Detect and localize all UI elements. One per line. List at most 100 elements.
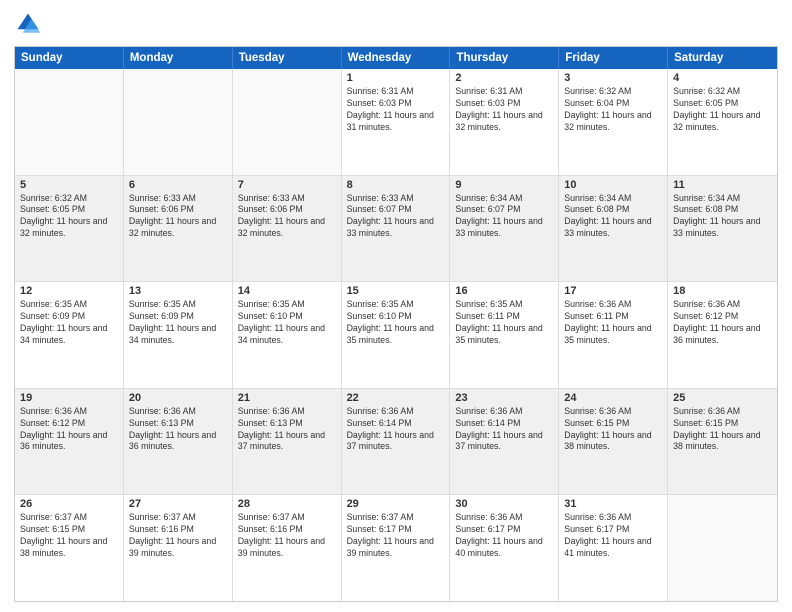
day-number: 19 <box>20 392 118 404</box>
day-number: 31 <box>564 498 662 510</box>
day-number: 23 <box>455 392 553 404</box>
day-number: 14 <box>238 285 336 297</box>
calendar-cell: 23 Sunrise: 6:36 AM Sunset: 6:14 PM Dayli… <box>450 389 559 495</box>
calendar-cell: 24 Sunrise: 6:36 AM Sunset: 6:15 PM Dayli… <box>559 389 668 495</box>
day-number: 8 <box>347 179 445 191</box>
cell-info: Sunrise: 6:36 AM Sunset: 6:13 PM Dayligh… <box>238 406 336 454</box>
day-number: 6 <box>129 179 227 191</box>
calendar-cell: 8 Sunrise: 6:33 AM Sunset: 6:07 PM Daylig… <box>342 176 451 282</box>
day-number: 18 <box>673 285 772 297</box>
day-number: 12 <box>20 285 118 297</box>
cell-info: Sunrise: 6:35 AM Sunset: 6:10 PM Dayligh… <box>347 299 445 347</box>
calendar-cell: 12 Sunrise: 6:35 AM Sunset: 6:09 PM Dayli… <box>15 282 124 388</box>
calendar-cell: 5 Sunrise: 6:32 AM Sunset: 6:05 PM Daylig… <box>15 176 124 282</box>
day-number: 29 <box>347 498 445 510</box>
weekday-header: Wednesday <box>342 47 451 69</box>
cell-info: Sunrise: 6:36 AM Sunset: 6:17 PM Dayligh… <box>564 512 662 560</box>
calendar-cell: 6 Sunrise: 6:33 AM Sunset: 6:06 PM Daylig… <box>124 176 233 282</box>
calendar-cell: 31 Sunrise: 6:36 AM Sunset: 6:17 PM Dayli… <box>559 495 668 601</box>
calendar-cell: 28 Sunrise: 6:37 AM Sunset: 6:16 PM Dayli… <box>233 495 342 601</box>
calendar-cell: 15 Sunrise: 6:35 AM Sunset: 6:10 PM Dayli… <box>342 282 451 388</box>
day-number: 27 <box>129 498 227 510</box>
calendar-cell <box>233 69 342 175</box>
day-number: 15 <box>347 285 445 297</box>
weekday-header: Sunday <box>15 47 124 69</box>
cell-info: Sunrise: 6:35 AM Sunset: 6:09 PM Dayligh… <box>129 299 227 347</box>
page: SundayMondayTuesdayWednesdayThursdayFrid… <box>0 0 792 612</box>
day-number: 28 <box>238 498 336 510</box>
cell-info: Sunrise: 6:37 AM Sunset: 6:16 PM Dayligh… <box>238 512 336 560</box>
day-number: 30 <box>455 498 553 510</box>
weekday-header: Friday <box>559 47 668 69</box>
cell-info: Sunrise: 6:36 AM Sunset: 6:14 PM Dayligh… <box>455 406 553 454</box>
calendar-cell: 2 Sunrise: 6:31 AM Sunset: 6:03 PM Daylig… <box>450 69 559 175</box>
header <box>14 10 778 38</box>
day-number: 7 <box>238 179 336 191</box>
day-number: 26 <box>20 498 118 510</box>
weekday-header: Monday <box>124 47 233 69</box>
calendar-cell: 18 Sunrise: 6:36 AM Sunset: 6:12 PM Dayli… <box>668 282 777 388</box>
cell-info: Sunrise: 6:31 AM Sunset: 6:03 PM Dayligh… <box>455 86 553 134</box>
calendar-cell: 26 Sunrise: 6:37 AM Sunset: 6:15 PM Dayli… <box>15 495 124 601</box>
day-number: 2 <box>455 72 553 84</box>
calendar-cell: 25Sunrise: 6:36 AM Sunset: 6:15 PM Dayli… <box>668 389 777 495</box>
calendar-cell <box>124 69 233 175</box>
calendar-cell: 17Sunrise: 6:36 AM Sunset: 6:11 PM Dayli… <box>559 282 668 388</box>
cell-info: Sunrise: 6:37 AM Sunset: 6:17 PM Dayligh… <box>347 512 445 560</box>
weekday-header: Thursday <box>450 47 559 69</box>
cell-info: Sunrise: 6:34 AM Sunset: 6:07 PM Dayligh… <box>455 193 553 241</box>
cell-info: Sunrise: 6:36 AM Sunset: 6:15 PM Dayligh… <box>564 406 662 454</box>
calendar-header: SundayMondayTuesdayWednesdayThursdayFrid… <box>15 47 777 69</box>
calendar-cell: 22Sunrise: 6:36 AM Sunset: 6:14 PM Dayli… <box>342 389 451 495</box>
day-number: 10 <box>564 179 662 191</box>
logo-icon <box>14 10 42 38</box>
calendar-cell: 13 Sunrise: 6:35 AM Sunset: 6:09 PM Dayli… <box>124 282 233 388</box>
day-number: 16 <box>455 285 553 297</box>
cell-info: Sunrise: 6:36 AM Sunset: 6:13 PM Dayligh… <box>129 406 227 454</box>
weekday-header: Tuesday <box>233 47 342 69</box>
cell-info: Sunrise: 6:36 AM Sunset: 6:17 PM Dayligh… <box>455 512 553 560</box>
cell-info: Sunrise: 6:36 AM Sunset: 6:12 PM Dayligh… <box>20 406 118 454</box>
cell-info: Sunrise: 6:37 AM Sunset: 6:16 PM Dayligh… <box>129 512 227 560</box>
cell-info: Sunrise: 6:35 AM Sunset: 6:11 PM Dayligh… <box>455 299 553 347</box>
calendar-row: 1 Sunrise: 6:31 AM Sunset: 6:03 PM Daylig… <box>15 69 777 176</box>
calendar-cell: 10Sunrise: 6:34 AM Sunset: 6:08 PM Dayli… <box>559 176 668 282</box>
calendar-row: 19 Sunrise: 6:36 AM Sunset: 6:12 PM Dayli… <box>15 389 777 496</box>
day-number: 9 <box>455 179 553 191</box>
calendar-cell <box>668 495 777 601</box>
weekday-header: Saturday <box>668 47 777 69</box>
calendar: SundayMondayTuesdayWednesdayThursdayFrid… <box>14 46 778 602</box>
cell-info: Sunrise: 6:32 AM Sunset: 6:05 PM Dayligh… <box>20 193 118 241</box>
calendar-row: 26 Sunrise: 6:37 AM Sunset: 6:15 PM Dayli… <box>15 495 777 601</box>
cell-info: Sunrise: 6:35 AM Sunset: 6:09 PM Dayligh… <box>20 299 118 347</box>
calendar-cell: 11Sunrise: 6:34 AM Sunset: 6:08 PM Dayli… <box>668 176 777 282</box>
calendar-cell <box>15 69 124 175</box>
day-number: 4 <box>673 72 772 84</box>
calendar-cell: 7Sunrise: 6:33 AM Sunset: 6:06 PM Daylig… <box>233 176 342 282</box>
calendar-cell: 30 Sunrise: 6:36 AM Sunset: 6:17 PM Dayli… <box>450 495 559 601</box>
cell-info: Sunrise: 6:37 AM Sunset: 6:15 PM Dayligh… <box>20 512 118 560</box>
day-number: 3 <box>564 72 662 84</box>
day-number: 13 <box>129 285 227 297</box>
cell-info: Sunrise: 6:36 AM Sunset: 6:12 PM Dayligh… <box>673 299 772 347</box>
day-number: 1 <box>347 72 445 84</box>
calendar-cell: 4 Sunrise: 6:32 AM Sunset: 6:05 PM Daylig… <box>668 69 777 175</box>
cell-info: Sunrise: 6:35 AM Sunset: 6:10 PM Dayligh… <box>238 299 336 347</box>
day-number: 5 <box>20 179 118 191</box>
cell-info: Sunrise: 6:33 AM Sunset: 6:06 PM Dayligh… <box>129 193 227 241</box>
calendar-row: 12 Sunrise: 6:35 AM Sunset: 6:09 PM Dayli… <box>15 282 777 389</box>
calendar-row: 5 Sunrise: 6:32 AM Sunset: 6:05 PM Daylig… <box>15 176 777 283</box>
cell-info: Sunrise: 6:31 AM Sunset: 6:03 PM Dayligh… <box>347 86 445 134</box>
calendar-cell: 3 Sunrise: 6:32 AM Sunset: 6:04 PM Daylig… <box>559 69 668 175</box>
day-number: 24 <box>564 392 662 404</box>
cell-info: Sunrise: 6:36 AM Sunset: 6:14 PM Dayligh… <box>347 406 445 454</box>
logo <box>14 10 46 38</box>
cell-info: Sunrise: 6:33 AM Sunset: 6:07 PM Dayligh… <box>347 193 445 241</box>
calendar-cell: 9 Sunrise: 6:34 AM Sunset: 6:07 PM Daylig… <box>450 176 559 282</box>
calendar-cell: 21Sunrise: 6:36 AM Sunset: 6:13 PM Dayli… <box>233 389 342 495</box>
calendar-cell: 19 Sunrise: 6:36 AM Sunset: 6:12 PM Dayli… <box>15 389 124 495</box>
cell-info: Sunrise: 6:32 AM Sunset: 6:04 PM Dayligh… <box>564 86 662 134</box>
cell-info: Sunrise: 6:32 AM Sunset: 6:05 PM Dayligh… <box>673 86 772 134</box>
cell-info: Sunrise: 6:36 AM Sunset: 6:15 PM Dayligh… <box>673 406 772 454</box>
cell-info: Sunrise: 6:34 AM Sunset: 6:08 PM Dayligh… <box>673 193 772 241</box>
